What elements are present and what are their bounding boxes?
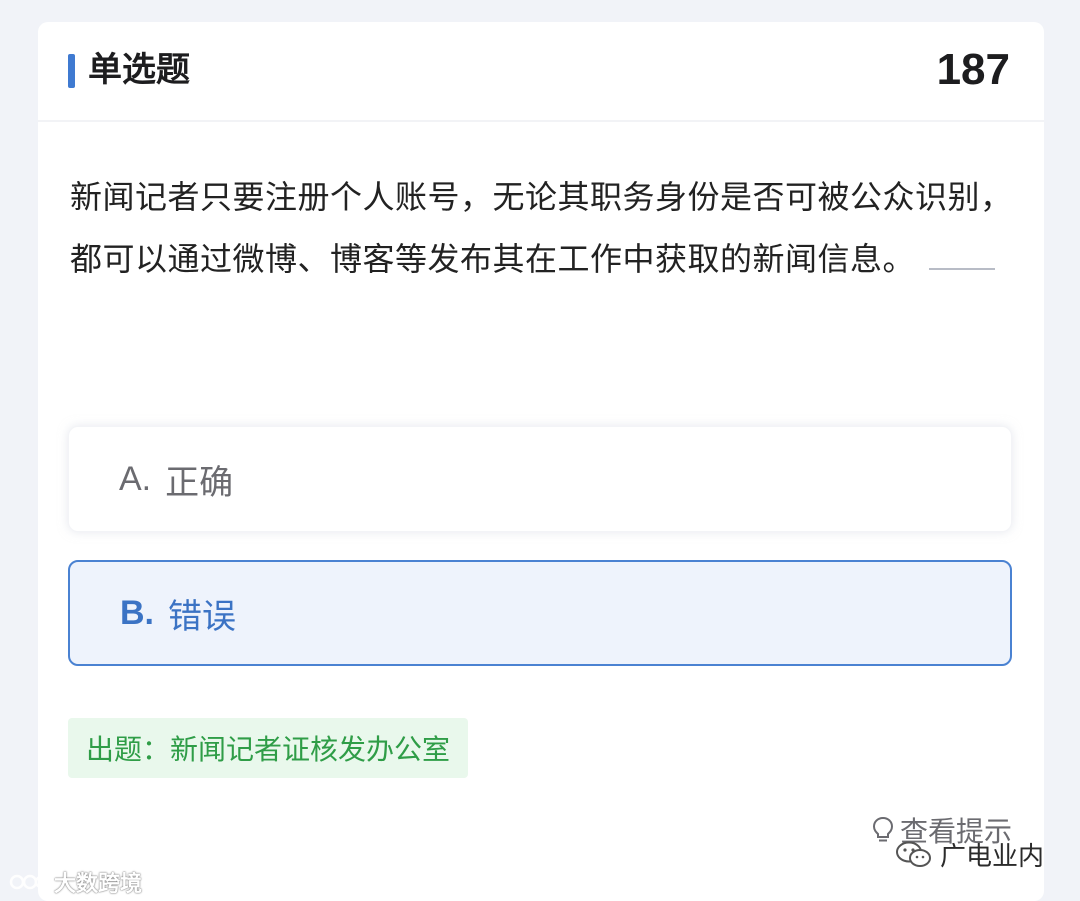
- question-text: 新闻记者只要注册个人账号，无论其职务身份是否可被公众识别，都可以通过微博、博客等…: [70, 178, 1013, 278]
- lightbulb-icon: [872, 816, 893, 842]
- option-a-letter: A.: [119, 459, 152, 498]
- answer-blank: [929, 268, 996, 270]
- brand-logo-icon: [9, 874, 48, 890]
- watermark-left-text: 大数跨境: [54, 872, 143, 897]
- wechat-icon: [895, 841, 931, 867]
- header-accent-bar: [68, 54, 75, 88]
- question-text-block: 新闻记者只要注册个人账号，无论其职务身份是否可被公众识别，都可以通过微博、博客等…: [70, 166, 1018, 290]
- option-a[interactable]: A. 正确: [68, 426, 1012, 532]
- question-source-text: 出题：新闻记者证核发办公室: [86, 733, 451, 766]
- watermark-left: 大数跨境: [8, 866, 142, 898]
- question-source-tag: 出题：新闻记者证核发办公室: [68, 718, 469, 778]
- watermark-right: 广电业内: [894, 836, 1044, 873]
- question-type-label: 单选题: [88, 50, 190, 90]
- question-header: 单选题 187: [38, 22, 1044, 122]
- watermark-right-text: 广电业内: [939, 842, 1044, 872]
- option-a-label: 正确: [165, 462, 234, 503]
- option-b-letter: B.: [120, 593, 154, 632]
- option-b-selected[interactable]: B. 错误: [68, 560, 1012, 666]
- question-card: 单选题 187 新闻记者只要注册个人账号，无论其职务身份是否可被公众识别，都可以…: [38, 22, 1044, 901]
- question-number: 187: [936, 45, 1010, 94]
- option-b-label: 错误: [168, 596, 236, 637]
